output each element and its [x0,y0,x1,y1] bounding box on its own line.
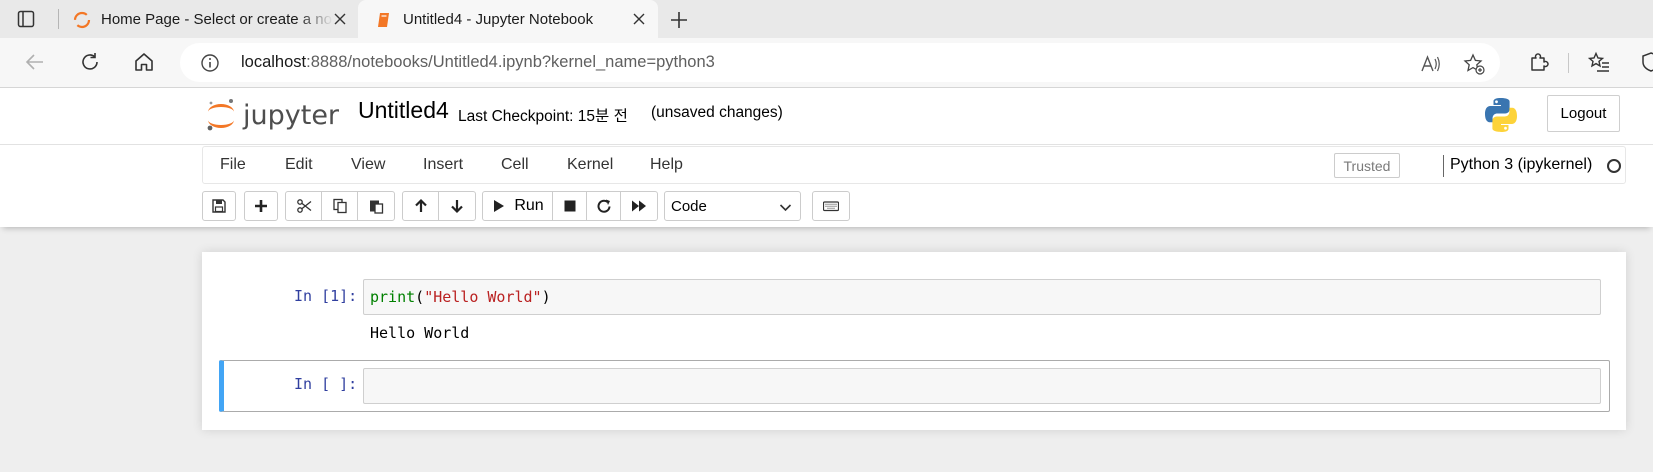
cut-cell-button[interactable] [285,191,322,221]
move-up-button[interactable] [402,191,439,221]
menu-kernel[interactable]: Kernel [567,156,613,174]
add-favorite-icon[interactable] [1463,53,1485,75]
restart-icon [597,199,610,213]
restart-run-all-button[interactable] [620,191,658,221]
play-icon [494,200,505,212]
paste-icon [370,200,384,214]
new-tab-icon[interactable] [669,10,689,30]
interrupt-kernel-button[interactable] [552,191,587,221]
input-prompt: In [ ]: [294,375,358,393]
tab-untitled4[interactable]: Untitled4 - Jupyter Notebook [358,0,658,38]
last-checkpoint: Last Checkpoint: 15분 전 [458,108,628,125]
browser-nav-bar: localhost:8888/notebooks/Untitled4.ipynb… [0,38,1653,88]
fast-forward-icon [632,200,646,212]
restart-kernel-button[interactable] [586,191,621,221]
address-bar[interactable]: localhost:8888/notebooks/Untitled4.ipynb… [180,43,1500,82]
cell-type-value: Code [671,198,707,215]
move-down-button[interactable] [438,191,476,221]
keyboard-icon [823,201,839,212]
input-prompt: In [1]: [294,287,358,305]
jupyter-wordmark: jupyter [242,100,340,131]
menu-bar: File Edit View Insert Cell Kernel Help T… [202,146,1626,184]
tab-actions-icon[interactable] [17,10,35,28]
paste-cell-button[interactable] [357,191,395,221]
menu-edit[interactable]: Edit [285,156,313,174]
save-button[interactable] [202,191,236,221]
cell-type-select[interactable]: Code [664,191,801,221]
kernel-divider [1443,155,1444,177]
read-aloud-icon[interactable] [1419,53,1441,75]
favorites-icon[interactable] [1587,51,1610,73]
code-text: print("Hello World") [370,288,551,306]
tab-title: Home Page - Select or create a notebook [101,11,333,28]
code-cell-input[interactable]: print("Hello World") [363,279,1601,315]
copy-cell-button[interactable] [321,191,358,221]
run-label: Run [514,197,544,214]
scissors-icon [296,199,311,213]
code-function: print [370,288,416,306]
chevron-down-icon [779,204,792,212]
arrow-down-icon [451,200,463,214]
code-paren-open: ( [415,288,425,306]
notebook-container: In [1]: print("Hello World") Hello World… [202,252,1626,430]
jupyter-header: jupyter Untitled4 Last Checkpoint: 15분 전… [0,88,1653,145]
copy-icon [332,198,347,214]
python-logo-icon [1482,96,1520,134]
notebook-favicon-icon [375,11,393,29]
autosave-status: (unsaved changes) [651,104,783,121]
menu-file[interactable]: File [220,156,246,174]
code-cell-input[interactable] [363,368,1601,404]
home-icon[interactable] [133,51,155,73]
kernel-name[interactable]: Python 3 (ipykernel) [1450,156,1592,174]
browser-tab-strip: Home Page - Select or create a notebook … [0,0,1653,38]
save-icon [212,199,226,213]
logout-button[interactable]: Logout [1547,95,1620,132]
jupyter-logo[interactable]: jupyter [205,95,340,135]
menu-view[interactable]: View [351,156,385,174]
url-host: localhost [241,53,307,71]
command-palette-button[interactable] [812,191,850,221]
menu-insert[interactable]: Insert [423,156,463,174]
arrow-up-icon [414,198,427,212]
extensions-icon[interactable] [1528,51,1550,73]
refresh-icon[interactable] [79,51,101,73]
url-path: :8888/notebooks/Untitled4.ipynb?kernel_n… [306,53,715,71]
url-text[interactable]: localhost:8888/notebooks/Untitled4.ipynb… [241,53,715,72]
notebook-name[interactable]: Untitled4 [358,97,449,124]
back-icon[interactable] [24,51,46,73]
code-string: "Hello World" [424,288,542,306]
toolbar-divider [1568,53,1569,73]
code-paren-close: ) [541,288,551,306]
close-tab-icon[interactable] [333,12,347,26]
kernel-idle-icon [1607,159,1621,173]
menu-cell[interactable]: Cell [501,156,529,174]
run-button[interactable]: Run [482,191,553,221]
tab-title: Untitled4 - Jupyter Notebook [403,11,594,28]
close-tab-icon[interactable] [632,12,646,26]
browser-essentials-icon[interactable] [1640,51,1653,73]
stop-icon [564,200,575,212]
menu-help[interactable]: Help [650,156,683,174]
tab-home-page[interactable]: Home Page - Select or create a notebook [56,0,356,38]
jupyter-favicon-icon [73,11,91,29]
cell-output: Hello World [370,324,470,342]
trusted-indicator[interactable]: Trusted [1334,153,1400,178]
plus-icon [255,200,267,212]
site-info-icon[interactable] [200,53,220,73]
insert-cell-button[interactable] [244,191,278,221]
